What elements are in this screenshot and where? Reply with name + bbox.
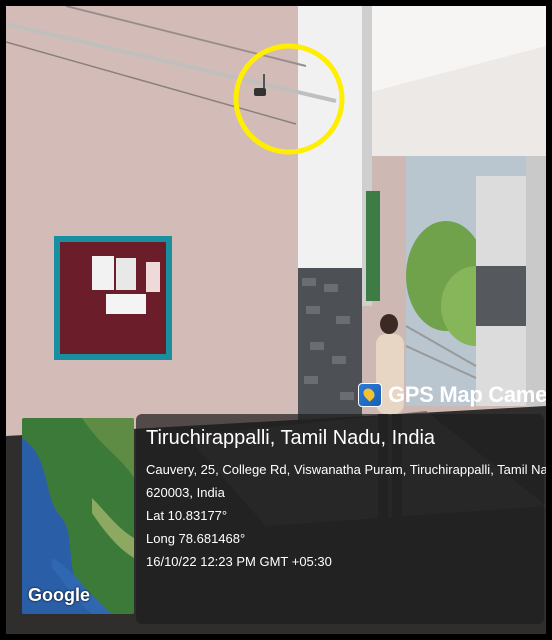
cctv-camera [254,88,266,96]
location-panel: Tiruchirappalli, Tamil Nadu, India Cauve… [136,414,546,624]
longitude: Long 78.681468° [146,531,246,546]
pillar-tiles [298,268,362,438]
address-line-1: Cauvery, 25, College Rd, Viswanatha Pura… [146,462,546,477]
gps-badge: GPS Map Camera [358,382,546,408]
right-column-tiles [476,266,526,326]
address-line-2: 620003, India [146,485,225,500]
gps-badge-label: GPS Map Camera [388,382,546,407]
green-sign [366,191,380,301]
location-title: Tiruchirappalli, Tamil Nadu, India [146,427,436,449]
map-thumbnail: Google [22,418,134,614]
google-attribution: Google [28,585,90,605]
pillar [298,6,370,274]
map-pin-icon [358,383,382,407]
person-head [380,314,398,334]
photo-frame: GPS Map Camera Google Tiruchirappalli, T… [6,6,546,634]
latitude: Lat 10.83177° [146,508,228,523]
datetime: 16/10/22 12:23 PM GMT +05:30 [146,554,332,569]
